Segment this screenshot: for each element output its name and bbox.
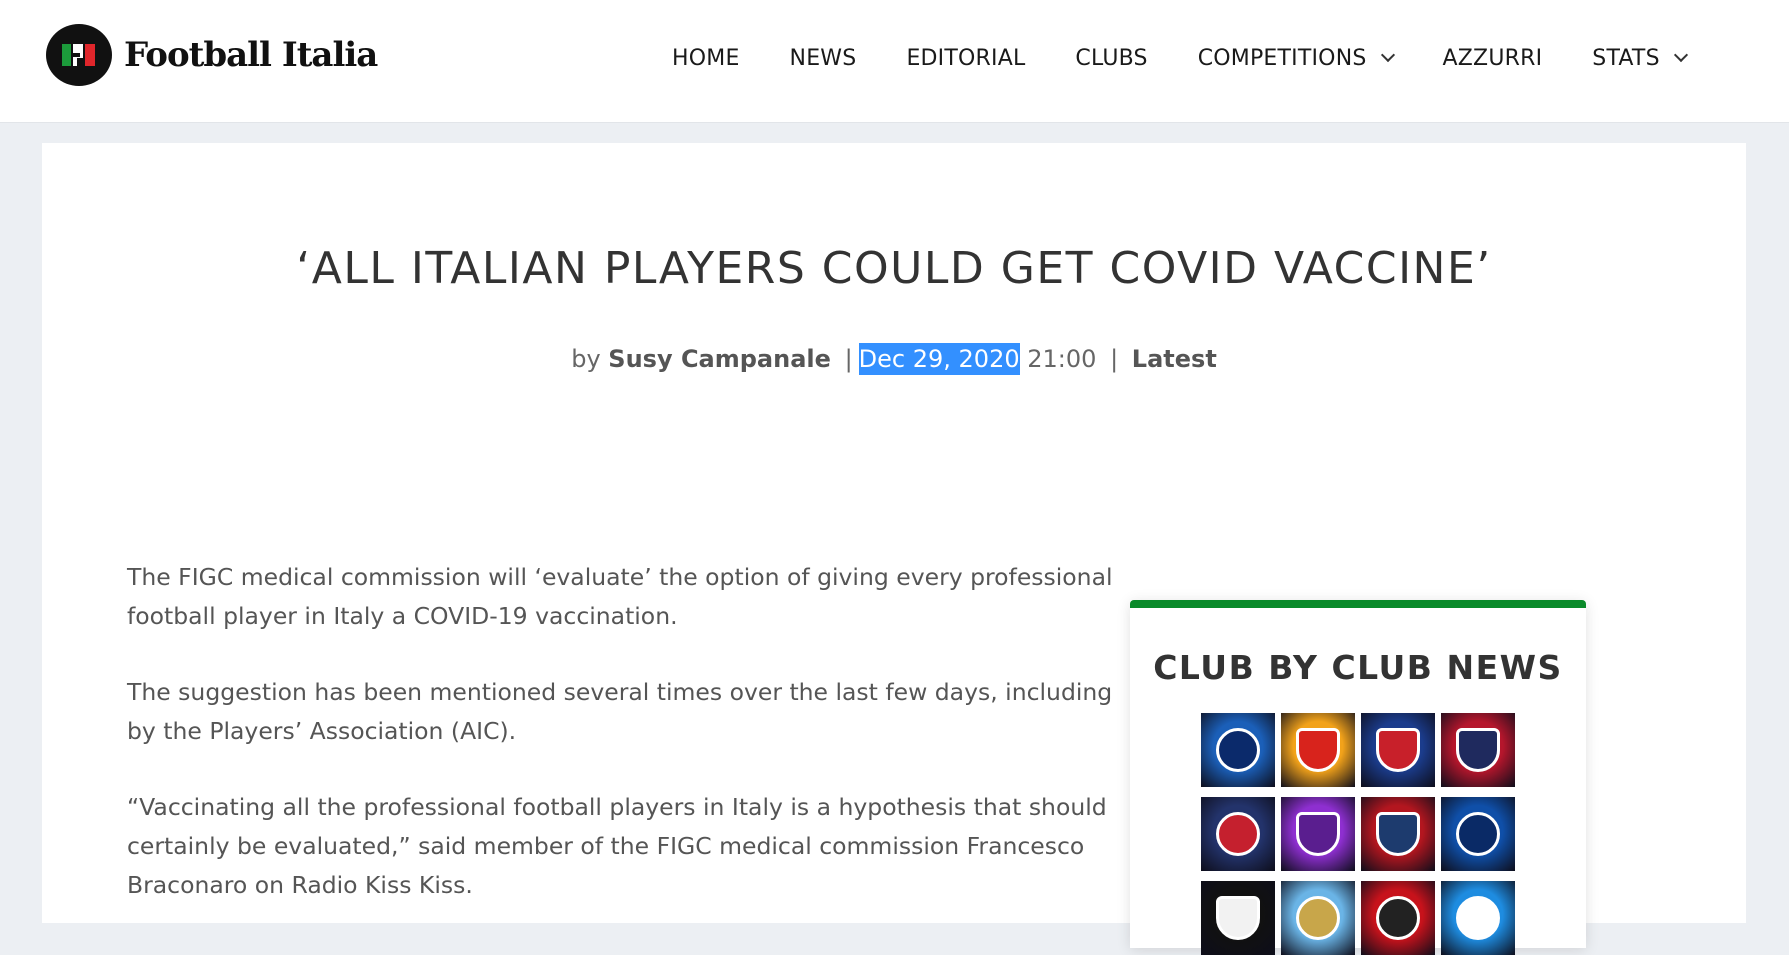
milan-crest-icon xyxy=(1376,896,1420,940)
club-tile[interactable] xyxy=(1201,713,1275,787)
meta-separator: | xyxy=(1110,345,1119,373)
inter-crest-icon xyxy=(1456,812,1500,856)
nav-item-competitions[interactable]: COMPETITIONS xyxy=(1197,45,1395,71)
club-tile[interactable] xyxy=(1281,797,1355,871)
nav-item-label: STATS xyxy=(1592,45,1660,71)
club-tile[interactable] xyxy=(1441,881,1515,955)
cagliari-crest-icon xyxy=(1456,728,1500,772)
club-tile[interactable] xyxy=(1201,881,1275,955)
genoa-crest-icon xyxy=(1376,812,1420,856)
nav-item-label: NEWS xyxy=(789,45,857,71)
nav-item-azzurri[interactable]: AZZURRI xyxy=(1443,46,1543,71)
bologna-crest-icon xyxy=(1376,728,1420,772)
atalanta-crest-icon xyxy=(1216,728,1260,772)
chevron-down-icon[interactable] xyxy=(1673,47,1688,63)
napoli-crest-icon xyxy=(1456,896,1500,940)
article-paragraph: The suggestion has been mentioned severa… xyxy=(127,678,1113,745)
main-nav: HOME NEWS EDITORIAL CLUBS COMPETITIONS AZZURR… xyxy=(672,38,1688,78)
club-tile[interactable] xyxy=(1201,797,1275,871)
meta-separator: | xyxy=(844,345,853,373)
nav-item-label: CLUBS xyxy=(1075,45,1148,71)
club-tile[interactable] xyxy=(1361,713,1435,787)
crotone-crest-icon xyxy=(1216,812,1260,856)
nav-item-label: AZZURRI xyxy=(1442,45,1543,71)
article-body: The FIGC medical commission will ‘evalua… xyxy=(127,558,1127,942)
fi-logo-icon xyxy=(46,24,112,86)
author-link[interactable]: Susy Campanale xyxy=(608,345,831,373)
article-card: ‘ALL ITALIAN PLAYERS COULD GET COVID VAC… xyxy=(42,143,1746,955)
club-tile[interactable] xyxy=(1361,881,1435,955)
nav-item-news[interactable]: NEWS xyxy=(790,46,857,71)
club-grid xyxy=(1201,713,1521,955)
article-title: ‘ALL ITALIAN PLAYERS COULD GET COVID VAC… xyxy=(296,243,1492,294)
article-paragraph: “Vaccinating all the professional footba… xyxy=(127,793,1107,899)
site-logo[interactable]: Football Italia xyxy=(46,24,378,86)
nav-item-label: EDITORIAL xyxy=(906,45,1026,71)
club-tile[interactable] xyxy=(1441,797,1515,871)
club-tile[interactable] xyxy=(1441,713,1515,787)
club-news-widget: CLUB BY CLUB NEWS xyxy=(1130,600,1586,955)
club-tile[interactable] xyxy=(1281,881,1355,955)
meta-by: by xyxy=(571,345,601,373)
nav-item-clubs[interactable]: CLUBS xyxy=(1075,46,1147,71)
widget-title: CLUB BY CLUB NEWS xyxy=(1153,648,1563,687)
publish-date: Dec 29, 2020 xyxy=(858,343,1020,375)
nav-item-label: COMPETITIONS xyxy=(1197,45,1367,71)
site-header: Football Italia HOME NEWS EDITORIAL CLUBS CO… xyxy=(0,0,1789,122)
nav-item-stats[interactable]: STATS xyxy=(1592,45,1688,71)
nav-item-home[interactable]: HOME xyxy=(672,46,740,71)
juventus-crest-icon xyxy=(1216,896,1260,940)
nav-item-label: HOME xyxy=(672,45,740,71)
chevron-down-icon[interactable] xyxy=(1380,47,1395,63)
article-meta: by Susy Campanale | Dec 29, 2020 21:00 | … xyxy=(42,343,1746,375)
article-paragraph: The FIGC medical commission will ‘evalua… xyxy=(127,563,1113,630)
nav-item-editorial[interactable]: EDITORIAL xyxy=(906,46,1025,71)
fiorentina-crest-icon xyxy=(1296,812,1340,856)
club-tile[interactable] xyxy=(1281,713,1355,787)
site-name: Football Italia xyxy=(124,35,378,75)
category-link[interactable]: Latest xyxy=(1132,345,1217,373)
publish-time: 21:00 xyxy=(1027,345,1097,373)
club-tile[interactable] xyxy=(1361,797,1435,871)
lazio-crest-icon xyxy=(1296,896,1340,940)
benevento-crest-icon xyxy=(1296,728,1340,772)
